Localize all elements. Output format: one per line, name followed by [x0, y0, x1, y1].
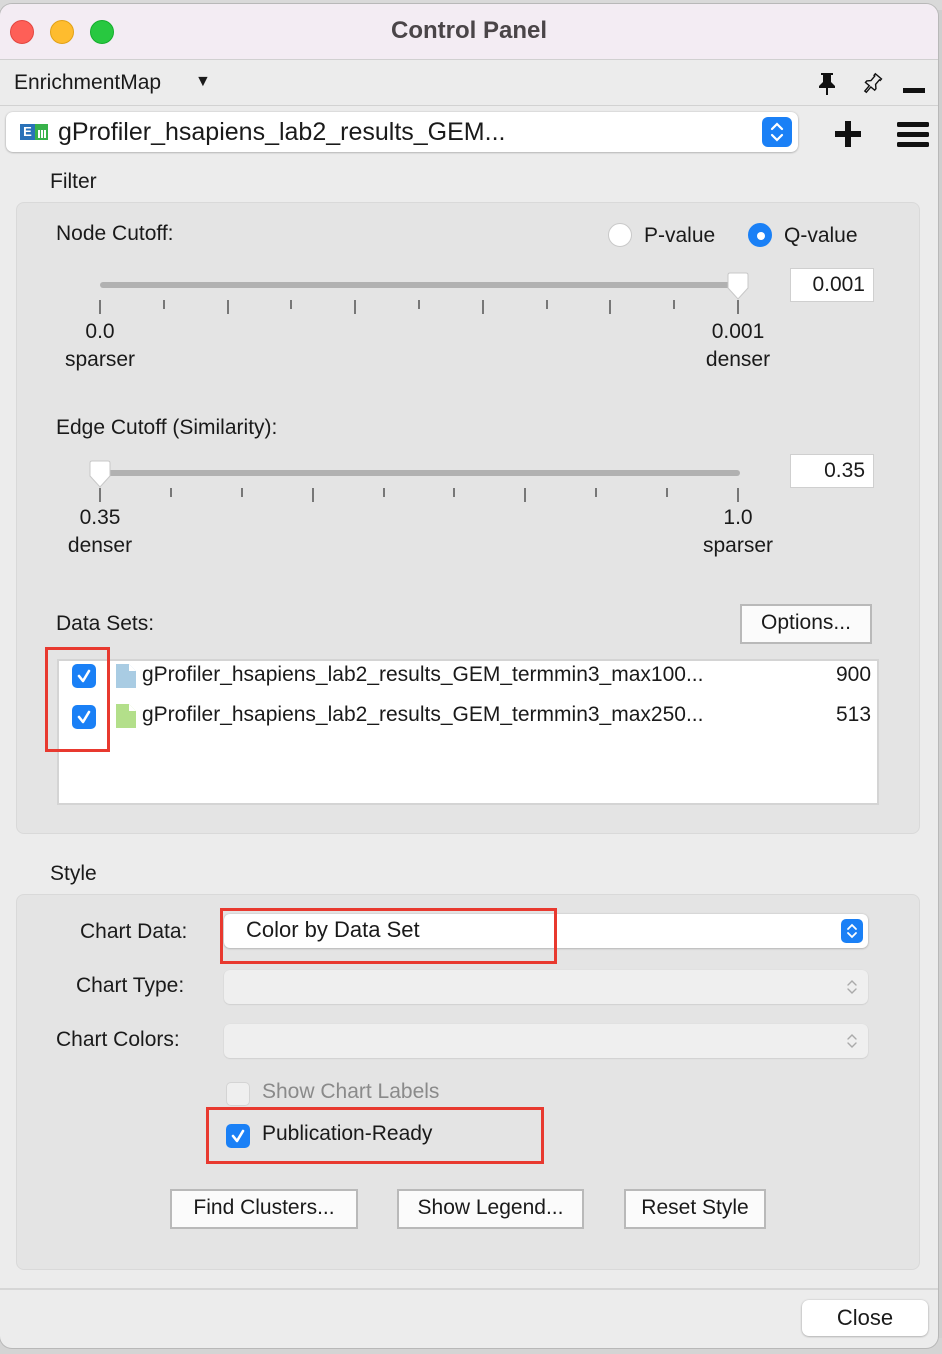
show-chart-labels-checkbox[interactable] — [226, 1082, 250, 1106]
p-value-radio[interactable] — [608, 223, 632, 247]
node-max-sublabel: denser — [705, 348, 771, 371]
chart-type-label: Chart Type: — [76, 974, 185, 997]
data-sets-label: Data Sets: — [56, 612, 155, 635]
network-select[interactable]: E gProfiler_hsapiens_lab2_results_GEM... — [6, 112, 798, 152]
updown-stepper-icon — [841, 975, 863, 999]
node-slider-track[interactable] — [100, 282, 740, 288]
p-value-label[interactable]: P-value — [644, 224, 715, 248]
node-cutoff-label: Node Cutoff: — [56, 222, 174, 245]
updown-stepper-icon — [841, 1029, 863, 1053]
node-min-sublabel: sparser — [64, 348, 136, 371]
node-min-label: 0.0 — [85, 320, 115, 343]
panel-selector[interactable]: EnrichmentMap — [14, 71, 161, 95]
filter-section-label: Filter — [50, 170, 97, 193]
footer-bar — [0, 1288, 938, 1348]
updown-stepper-icon[interactable] — [762, 117, 792, 147]
network-bar: E gProfiler_hsapiens_lab2_results_GEM... — [0, 106, 938, 160]
file-icon — [116, 704, 136, 728]
slider-tick — [545, 300, 548, 309]
reset-style-button[interactable]: Reset Style — [624, 1189, 766, 1229]
dataset-1-count: 900 — [836, 663, 872, 686]
publication-ready-label[interactable]: Publication-Ready — [262, 1122, 432, 1146]
enrichmentmap-logo: E — [20, 124, 48, 140]
add-icon[interactable] — [834, 120, 862, 153]
dataset-1-name: gProfiler_hsapiens_lab2_results_GEM_term… — [142, 663, 704, 686]
edge-min-label: 0.35 — [79, 506, 121, 529]
node-max-label: 0.001 — [711, 320, 765, 343]
close-button[interactable]: Close — [802, 1300, 928, 1336]
slider-tick — [609, 300, 612, 314]
slider-tick — [99, 300, 101, 314]
slider-tick — [99, 488, 101, 502]
slider-tick — [162, 300, 165, 309]
find-clusters-button[interactable]: Find Clusters... — [170, 1189, 358, 1229]
slider-tick — [226, 300, 229, 314]
caret-down-icon[interactable]: ▼ — [195, 73, 211, 91]
edge-cutoff-value-field[interactable]: 0.35 — [790, 454, 874, 488]
slider-tick — [666, 488, 669, 497]
slider-tick — [595, 488, 598, 497]
slider-tick — [354, 300, 357, 314]
slider-tick — [673, 300, 676, 309]
options-button[interactable]: Options... — [740, 604, 872, 644]
q-value-radio[interactable] — [748, 223, 772, 247]
window-title: Control Panel — [390, 17, 547, 44]
chart-data-select[interactable]: Color by Data Set — [224, 914, 868, 948]
dataset-2-count: 513 — [836, 703, 872, 726]
show-legend-button[interactable]: Show Legend... — [397, 1189, 584, 1229]
minimize-icon[interactable] — [903, 88, 925, 93]
dataset-2-name: gProfiler_hsapiens_lab2_results_GEM_term… — [142, 703, 704, 726]
slider-tick — [737, 300, 739, 314]
panel-header: EnrichmentMap ▼ — [0, 60, 938, 106]
slider-tick — [382, 488, 385, 497]
unpin-icon[interactable] — [860, 72, 884, 101]
q-value-label[interactable]: Q-value — [784, 224, 858, 248]
show-chart-labels-label: Show Chart Labels — [262, 1080, 440, 1103]
slider-tick — [418, 300, 420, 309]
node-slider-thumb[interactable] — [727, 272, 749, 300]
file-icon — [116, 664, 136, 688]
title-bar: Control Panel — [0, 4, 938, 60]
edge-max-sublabel: sparser — [702, 534, 774, 557]
chart-type-select[interactable] — [224, 970, 868, 1004]
slider-tick — [737, 488, 739, 502]
menu-icon[interactable] — [897, 122, 929, 153]
slider-tick — [524, 488, 527, 502]
node-cutoff-value-field[interactable]: 0.001 — [790, 268, 874, 302]
slider-tick — [240, 488, 243, 497]
network-name: gProfiler_hsapiens_lab2_results_GEM... — [58, 118, 506, 146]
publication-ready-checkbox[interactable] — [226, 1124, 250, 1148]
dataset-2-checkbox[interactable] — [72, 705, 96, 729]
slider-tick — [169, 488, 172, 497]
dataset-1-checkbox[interactable] — [72, 664, 96, 688]
chart-data-value: Color by Data Set — [246, 917, 420, 942]
edge-cutoff-label: Edge Cutoff (Similarity): — [56, 416, 278, 439]
chart-colors-label: Chart Colors: — [56, 1028, 180, 1051]
slider-tick — [453, 488, 456, 497]
slider-tick — [481, 300, 484, 314]
edge-slider-thumb[interactable] — [89, 460, 111, 488]
slider-tick — [311, 488, 314, 502]
chart-colors-select[interactable] — [224, 1024, 868, 1058]
style-section-label: Style — [50, 862, 97, 885]
edge-min-sublabel: denser — [67, 534, 133, 557]
edge-max-label: 1.0 — [723, 506, 753, 529]
edge-slider-track[interactable] — [100, 470, 740, 476]
slider-tick — [290, 300, 293, 309]
pin-icon[interactable] — [817, 72, 837, 101]
control-panel-window: Control Panel EnrichmentMap ▼ E gProfile… — [0, 4, 938, 1348]
chart-data-label: Chart Data: — [80, 920, 188, 943]
updown-stepper-icon — [841, 919, 863, 943]
